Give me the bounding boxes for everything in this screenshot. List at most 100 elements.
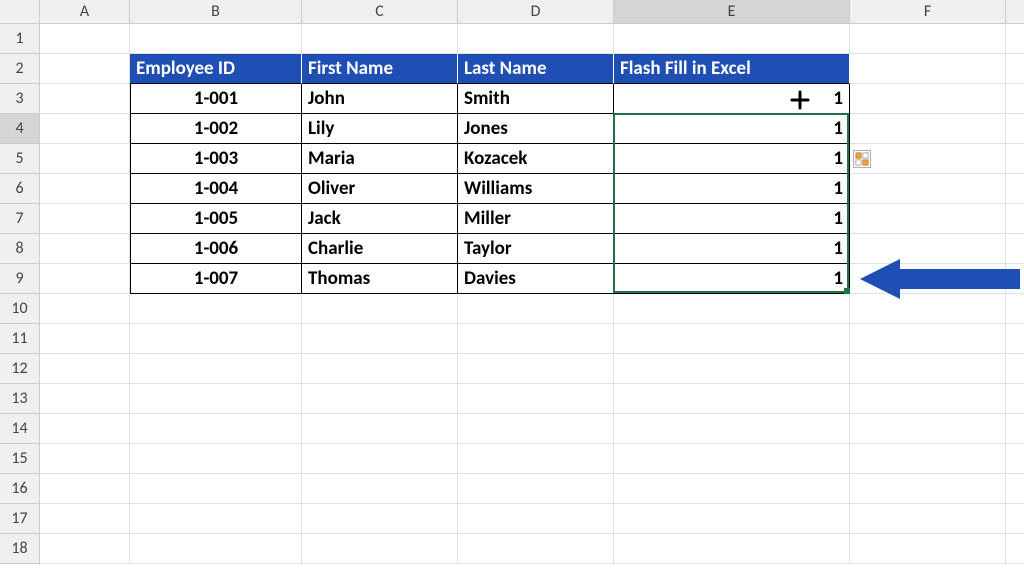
table-header-C[interactable]: First Name xyxy=(302,54,458,84)
cell-C8[interactable]: Charlie xyxy=(302,234,458,264)
row-header-11[interactable]: 11 xyxy=(0,324,40,354)
select-all-corner[interactable] xyxy=(0,0,40,24)
cell-F2[interactable] xyxy=(850,54,1006,84)
row-header-9[interactable]: 9 xyxy=(0,264,40,294)
cell-G17[interactable] xyxy=(1006,504,1024,534)
cell-G18[interactable] xyxy=(1006,534,1024,564)
cell-E18[interactable] xyxy=(614,534,850,564)
cell-C1[interactable] xyxy=(302,24,458,54)
column-header-E[interactable]: E xyxy=(614,0,850,24)
cell-G15[interactable] xyxy=(1006,444,1024,474)
row-header-17[interactable]: 17 xyxy=(0,504,40,534)
cell-F12[interactable] xyxy=(850,354,1006,384)
cell-A17[interactable] xyxy=(40,504,130,534)
cell-B9[interactable]: 1-007 xyxy=(130,264,302,294)
cell-F1[interactable] xyxy=(850,24,1006,54)
cell-C7[interactable]: Jack xyxy=(302,204,458,234)
cell-D8[interactable]: Taylor xyxy=(458,234,614,264)
cell-A1[interactable] xyxy=(40,24,130,54)
row-header-2[interactable]: 2 xyxy=(0,54,40,84)
cell-G16[interactable] xyxy=(1006,474,1024,504)
cell-E4[interactable]: 1 xyxy=(614,114,850,144)
cell-E3[interactable]: 1 xyxy=(614,84,850,114)
cell-E5[interactable]: 1 xyxy=(614,144,850,174)
cell-C3[interactable]: John xyxy=(302,84,458,114)
cell-D9[interactable]: Davies xyxy=(458,264,614,294)
cell-G7[interactable] xyxy=(1006,204,1024,234)
cell-G13[interactable] xyxy=(1006,384,1024,414)
cell-C12[interactable] xyxy=(302,354,458,384)
cell-A16[interactable] xyxy=(40,474,130,504)
row-header-3[interactable]: 3 xyxy=(0,84,40,114)
cell-E1[interactable] xyxy=(614,24,850,54)
column-header-A[interactable]: A xyxy=(40,0,130,24)
cell-D16[interactable] xyxy=(458,474,614,504)
row-header-1[interactable]: 1 xyxy=(0,24,40,54)
cell-B13[interactable] xyxy=(130,384,302,414)
cell-E9[interactable]: 1 xyxy=(614,264,850,294)
cell-C9[interactable]: Thomas xyxy=(302,264,458,294)
row-header-5[interactable]: 5 xyxy=(0,144,40,174)
cell-E17[interactable] xyxy=(614,504,850,534)
cell-D7[interactable]: Miller xyxy=(458,204,614,234)
cell-F14[interactable] xyxy=(850,414,1006,444)
row-header-8[interactable]: 8 xyxy=(0,234,40,264)
cell-D6[interactable]: Williams xyxy=(458,174,614,204)
cell-D14[interactable] xyxy=(458,414,614,444)
cell-B11[interactable] xyxy=(130,324,302,354)
cell-B14[interactable] xyxy=(130,414,302,444)
column-header-B[interactable]: B xyxy=(130,0,302,24)
cell-F4[interactable] xyxy=(850,114,1006,144)
cell-B1[interactable] xyxy=(130,24,302,54)
row-header-4[interactable]: 4 xyxy=(0,114,40,144)
cell-E15[interactable] xyxy=(614,444,850,474)
cell-G12[interactable] xyxy=(1006,354,1024,384)
cell-F6[interactable] xyxy=(850,174,1006,204)
cell-A6[interactable] xyxy=(40,174,130,204)
cell-B15[interactable] xyxy=(130,444,302,474)
cell-C13[interactable] xyxy=(302,384,458,414)
cell-E8[interactable]: 1 xyxy=(614,234,850,264)
row-header-14[interactable]: 14 xyxy=(0,414,40,444)
cell-E13[interactable] xyxy=(614,384,850,414)
cell-E14[interactable] xyxy=(614,414,850,444)
cell-A4[interactable] xyxy=(40,114,130,144)
cell-C11[interactable] xyxy=(302,324,458,354)
row-header-10[interactable]: 10 xyxy=(0,294,40,324)
cell-D12[interactable] xyxy=(458,354,614,384)
cell-D1[interactable] xyxy=(458,24,614,54)
cell-B5[interactable]: 1-003 xyxy=(130,144,302,174)
cell-B16[interactable] xyxy=(130,474,302,504)
row-header-12[interactable]: 12 xyxy=(0,354,40,384)
cell-B6[interactable]: 1-004 xyxy=(130,174,302,204)
cell-D15[interactable] xyxy=(458,444,614,474)
cell-A2[interactable] xyxy=(40,54,130,84)
cell-E12[interactable] xyxy=(614,354,850,384)
cell-G11[interactable] xyxy=(1006,324,1024,354)
cell-E7[interactable]: 1 xyxy=(614,204,850,234)
cell-F15[interactable] xyxy=(850,444,1006,474)
cell-B3[interactable]: 1-001 xyxy=(130,84,302,114)
flash-fill-options-button[interactable] xyxy=(853,150,871,168)
cell-A18[interactable] xyxy=(40,534,130,564)
row-header-6[interactable]: 6 xyxy=(0,174,40,204)
cell-B18[interactable] xyxy=(130,534,302,564)
row-header-13[interactable]: 13 xyxy=(0,384,40,414)
cell-D13[interactable] xyxy=(458,384,614,414)
cell-E6[interactable]: 1 xyxy=(614,174,850,204)
cell-G5[interactable] xyxy=(1006,144,1024,174)
cell-G6[interactable] xyxy=(1006,174,1024,204)
cell-G14[interactable] xyxy=(1006,414,1024,444)
column-header-G[interactable]: G xyxy=(1006,0,1024,24)
row-header-15[interactable]: 15 xyxy=(0,444,40,474)
cell-A7[interactable] xyxy=(40,204,130,234)
cell-B17[interactable] xyxy=(130,504,302,534)
cell-A8[interactable] xyxy=(40,234,130,264)
cell-B12[interactable] xyxy=(130,354,302,384)
cell-F18[interactable] xyxy=(850,534,1006,564)
row-header-18[interactable]: 18 xyxy=(0,534,40,564)
cell-A5[interactable] xyxy=(40,144,130,174)
cell-B8[interactable]: 1-006 xyxy=(130,234,302,264)
cell-F17[interactable] xyxy=(850,504,1006,534)
cell-D11[interactable] xyxy=(458,324,614,354)
